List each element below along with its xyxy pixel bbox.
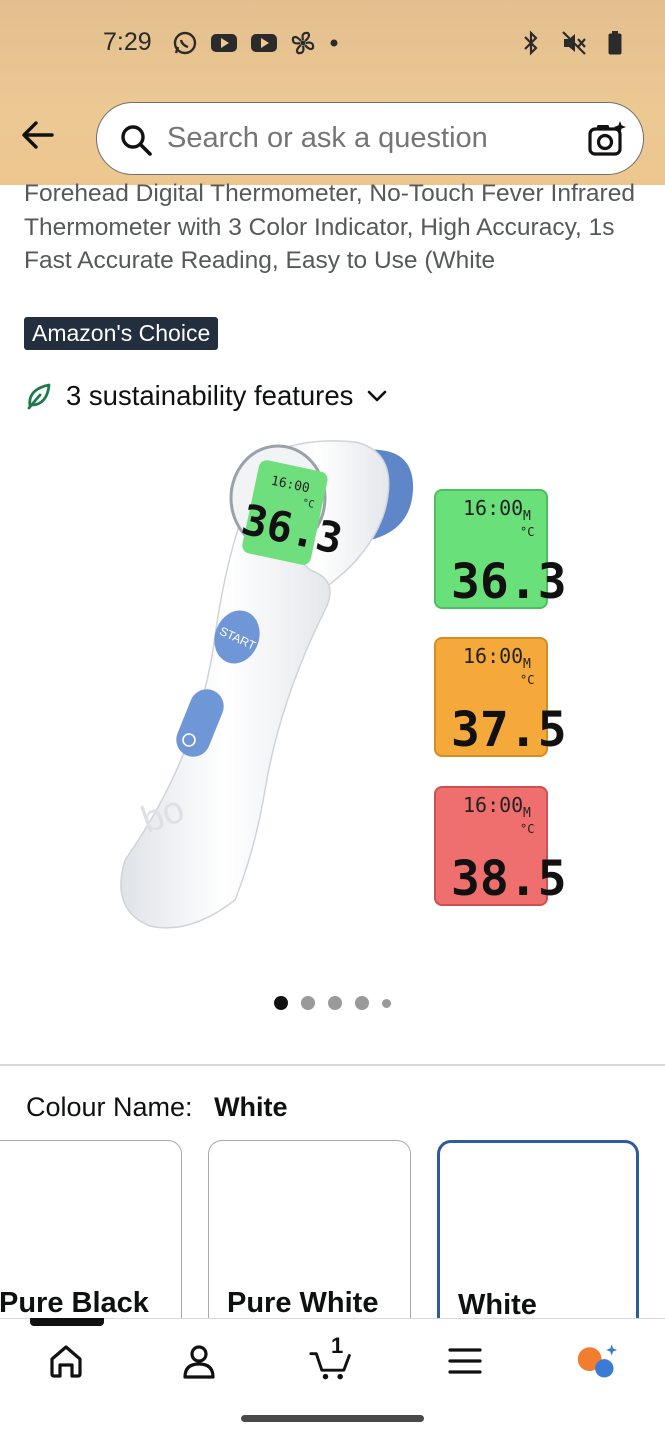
- product-image[interactable]: 16:00 °C 36.3 START bo 16:00 M °C 36.3 1…: [95, 430, 575, 940]
- status-time: 7:29: [103, 28, 152, 56]
- search-bar[interactable]: [96, 102, 644, 175]
- carousel-dot[interactable]: [328, 996, 342, 1010]
- whatsapp-icon: [173, 31, 197, 55]
- nav-menu[interactable]: [443, 1339, 487, 1383]
- search-input[interactable]: [167, 122, 567, 155]
- sustainability-features[interactable]: 3 sustainability features: [24, 380, 389, 412]
- gesture-bar[interactable]: [241, 1415, 424, 1422]
- lcd-unit: °C: [520, 822, 534, 836]
- bluetooth-icon: [524, 30, 538, 56]
- status-icons-left: [172, 30, 340, 56]
- home-icon: [50, 1345, 82, 1378]
- lcd-unit: °C: [520, 525, 534, 539]
- camera-search-icon[interactable]: [587, 119, 627, 159]
- carousel-dots[interactable]: [0, 996, 665, 1010]
- nav-cart[interactable]: 1: [309, 1333, 353, 1383]
- lcd-time: 16:00: [463, 644, 523, 668]
- rufus-icon: [577, 1344, 618, 1378]
- active-tab-indicator: [30, 1318, 104, 1326]
- colour-name-value: White: [214, 1092, 288, 1122]
- carousel-dot[interactable]: [355, 996, 369, 1010]
- bottom-nav: 1: [0, 1318, 665, 1402]
- divider: [0, 1064, 665, 1066]
- carousel-dot[interactable]: [301, 996, 315, 1010]
- back-arrow-icon[interactable]: [18, 115, 58, 155]
- colour-option-pure-black[interactable]: Pure Black: [0, 1140, 182, 1340]
- cart-count: 1: [331, 1333, 344, 1358]
- amazons-choice-badge: Amazon's Choice: [24, 317, 219, 350]
- youtube-icon: [251, 34, 277, 52]
- lcd-mode: M: [523, 806, 531, 821]
- menu-icon: [448, 1348, 482, 1374]
- dot-icon: [330, 39, 338, 47]
- lcd-reading: 37.5: [451, 702, 567, 758]
- lcd-reading: 36.3: [451, 554, 567, 610]
- colour-option-pure-white[interactable]: Pure White: [208, 1140, 411, 1340]
- lcd-time: 16:00: [463, 496, 523, 520]
- sustainability-label: 3 sustainability features: [66, 380, 354, 411]
- nav-home[interactable]: [44, 1339, 88, 1383]
- lcd-mode: M: [523, 509, 531, 524]
- lcd-reading: 38.5: [451, 851, 567, 907]
- carousel-dot[interactable]: [382, 998, 391, 1008]
- colour-option-label: Pure White: [227, 1287, 379, 1319]
- product-title[interactable]: Forehead Digital Thermometer, No-Touch F…: [24, 177, 644, 278]
- mute-icon: [562, 31, 586, 55]
- youtube-icon: [211, 34, 237, 52]
- status-icons-right: [521, 30, 623, 56]
- colour-name-row: Colour Name: White: [26, 1092, 288, 1123]
- lcd-screen-orange: 16:00 M °C 37.5: [434, 637, 567, 758]
- lcd-screen-red: 16:00 M °C 38.5: [434, 786, 567, 907]
- nav-account[interactable]: [177, 1339, 221, 1383]
- carousel-dot[interactable]: [274, 996, 288, 1010]
- battery-icon: [608, 31, 622, 55]
- leaf-icon: [27, 383, 51, 410]
- lcd-time: 16:00: [463, 793, 523, 817]
- lcd-unit: °C: [520, 673, 534, 687]
- chevron-down-icon: [368, 390, 387, 402]
- lcd-screen-green: 16:00 M °C 36.3: [434, 489, 567, 610]
- lcd-mode: M: [523, 657, 531, 672]
- header: 7:29: [0, 0, 665, 185]
- colour-option-white[interactable]: White: [437, 1140, 639, 1340]
- account-icon: [183, 1345, 215, 1379]
- search-icon: [121, 125, 152, 156]
- colour-option-label: Pure Black: [0, 1287, 149, 1319]
- nav-rufus[interactable]: [575, 1339, 619, 1383]
- colour-name-label: Colour Name:: [26, 1092, 193, 1122]
- fan-icon: [291, 31, 315, 55]
